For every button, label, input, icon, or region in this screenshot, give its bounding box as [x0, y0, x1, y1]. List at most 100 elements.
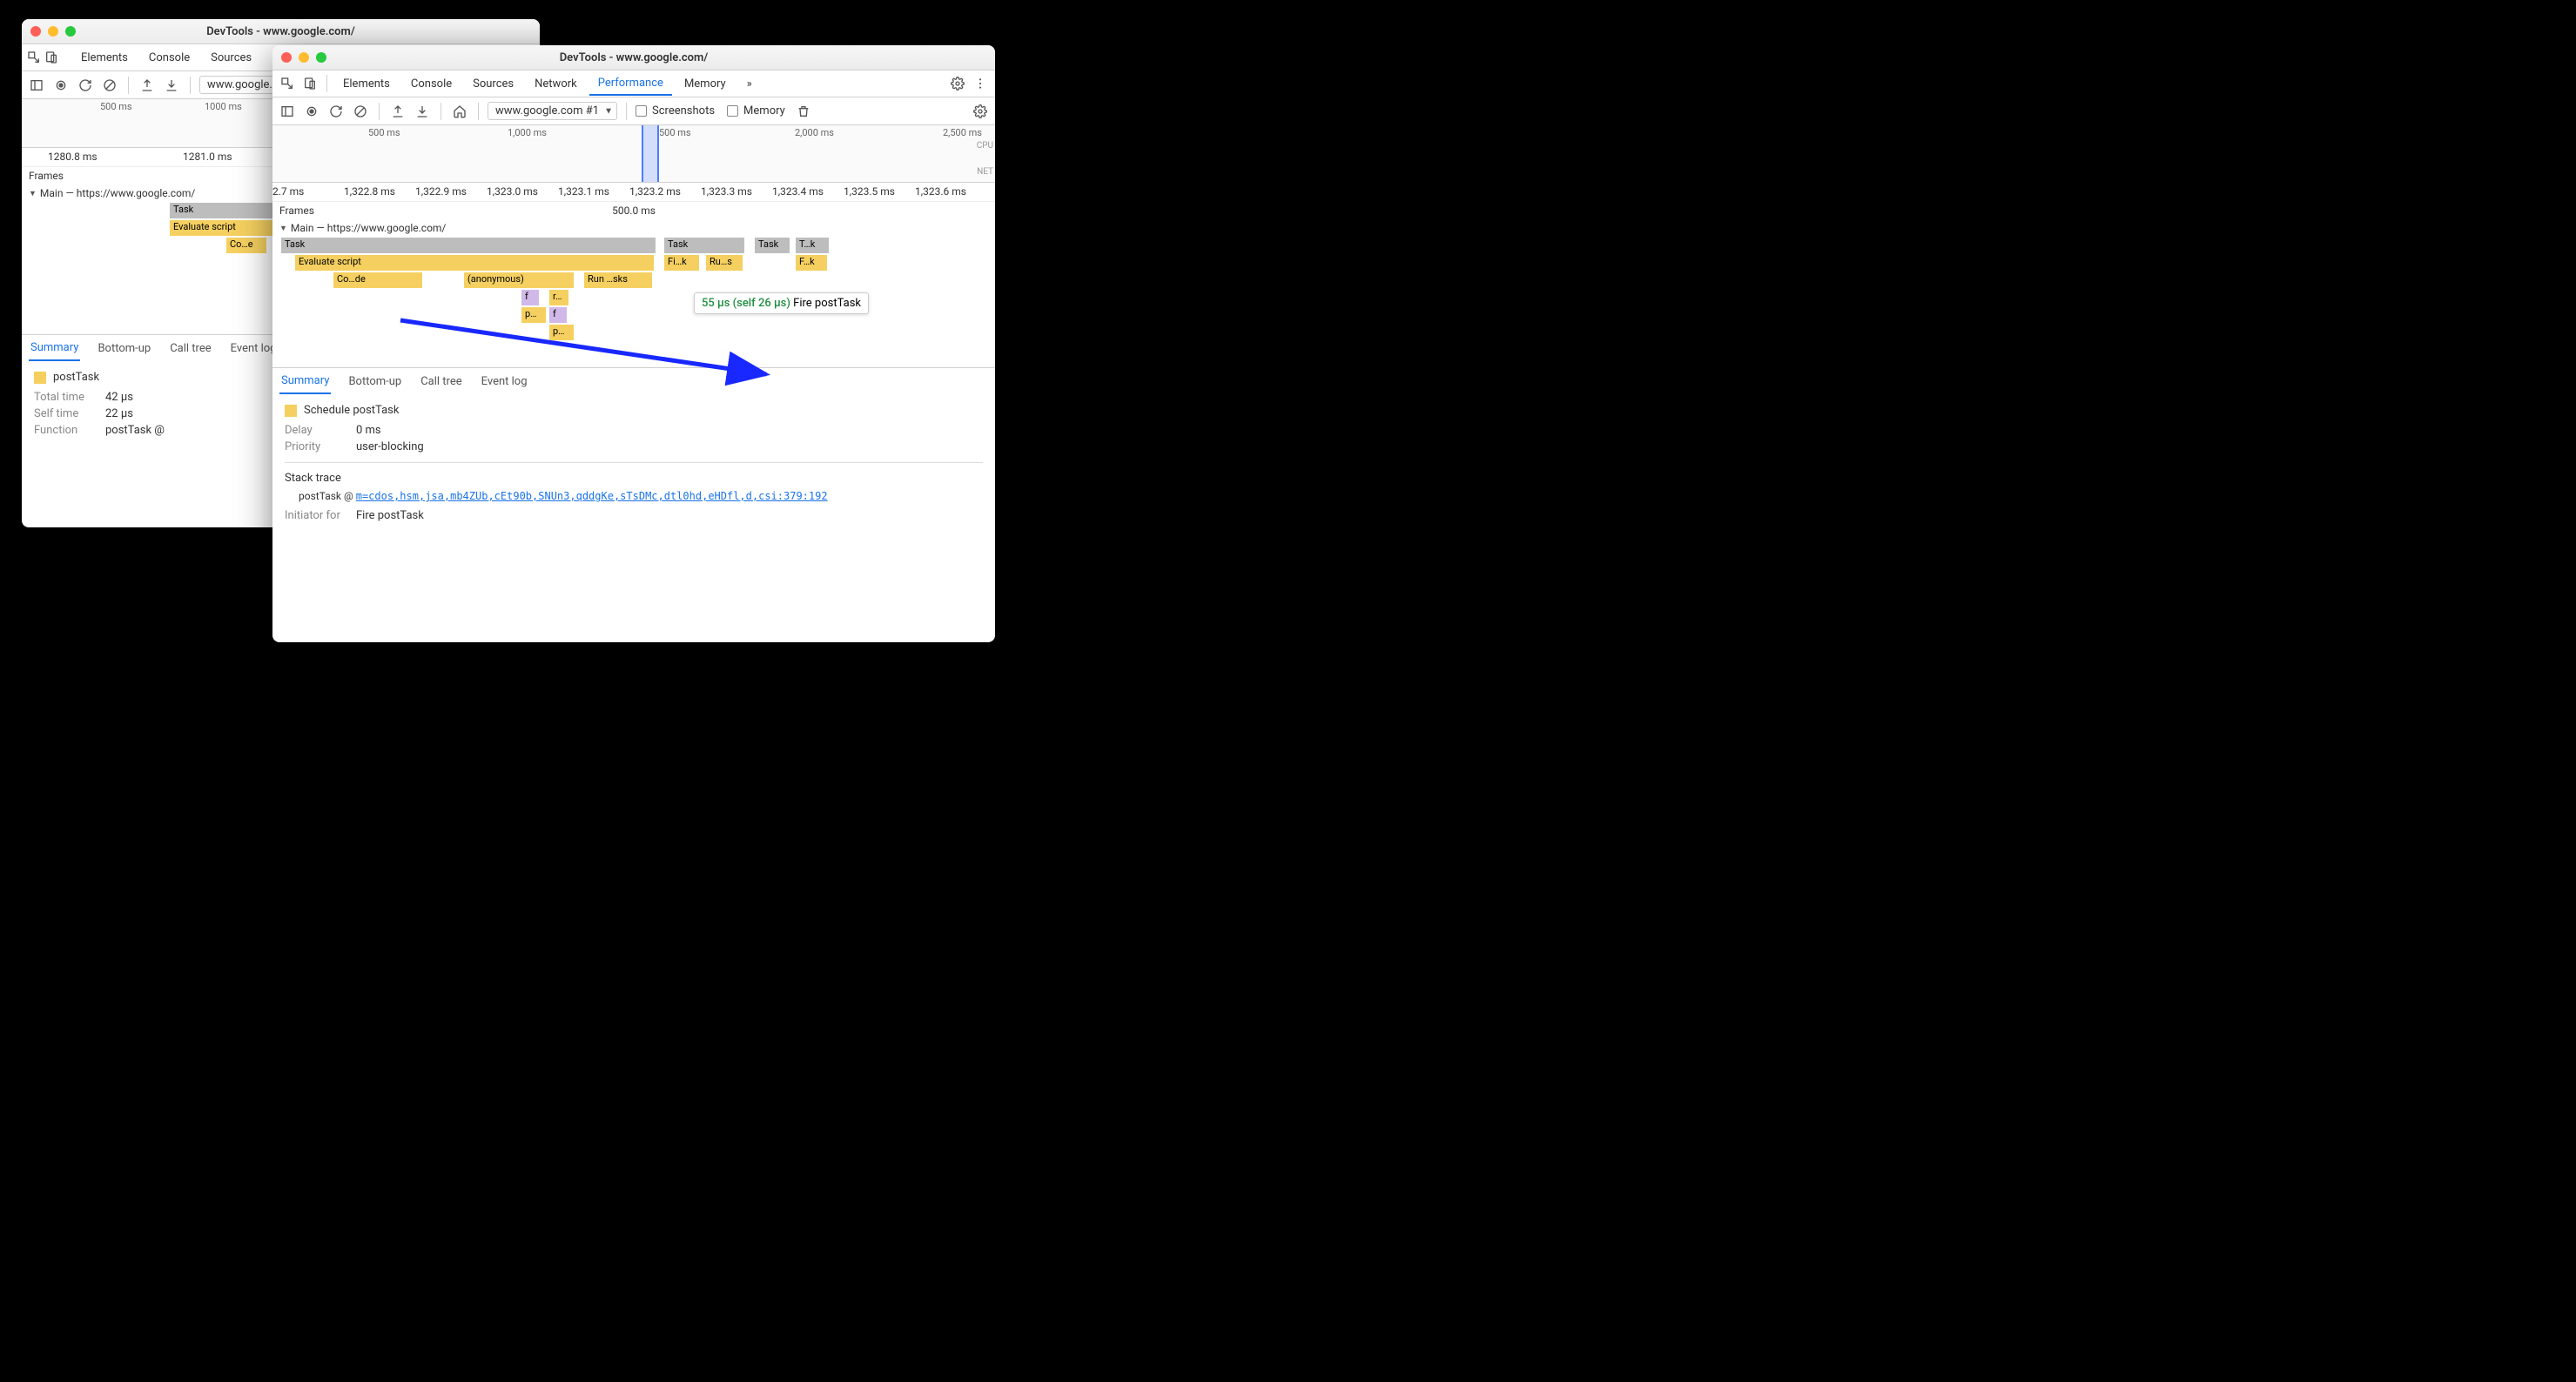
tab-event-log[interactable]: Event log — [229, 337, 279, 360]
tab-elements[interactable]: Elements — [72, 46, 137, 70]
minimize-icon[interactable] — [299, 52, 309, 63]
screenshots-checkbox[interactable] — [636, 105, 647, 117]
toggle-pane-icon[interactable] — [278, 102, 297, 121]
tab-console[interactable]: Console — [402, 72, 461, 96]
tabs-overflow-button[interactable]: » — [738, 72, 761, 96]
toggle-pane-icon[interactable] — [27, 76, 46, 95]
tab-bottom-up[interactable]: Bottom-up — [346, 370, 403, 393]
ruler-tick: 1,323.2 ms — [629, 185, 681, 198]
tab-sources[interactable]: Sources — [202, 46, 260, 70]
device-icon[interactable] — [300, 74, 319, 93]
ruler-tick: 1,323.3 ms — [701, 185, 752, 198]
tab-call-tree[interactable]: Call tree — [168, 337, 212, 360]
total-time-label: Total time — [34, 391, 95, 404]
ruler-tick: 1,322.8 ms — [344, 185, 395, 198]
flame-bar[interactable]: Ru…s — [706, 255, 743, 271]
flame-bar[interactable]: f — [521, 290, 539, 305]
record-icon[interactable] — [302, 102, 321, 121]
clear-icon[interactable] — [351, 102, 370, 121]
upload-icon[interactable] — [138, 76, 157, 95]
flame-bar[interactable]: r… — [549, 290, 568, 305]
detail-tabs: Summary Bottom-up Call tree Event log — [272, 367, 995, 395]
stack-trace-link[interactable]: m=cdos,hsm,jsa,mb4ZUb,cEt90b,SNUn3,qddgK… — [356, 490, 828, 502]
reload-icon[interactable] — [76, 76, 95, 95]
tab-event-log[interactable]: Event log — [480, 370, 529, 393]
flame-bar[interactable]: Co…de — [333, 272, 422, 288]
overview-timeline[interactable]: 500 ms 1,000 ms 500 ms 2,000 ms 2,500 ms… — [272, 125, 995, 183]
kebab-icon[interactable] — [971, 74, 990, 93]
tab-summary[interactable]: Summary — [279, 369, 331, 394]
minimize-icon[interactable] — [48, 26, 58, 37]
main-track[interactable]: ▼Main — https://www.google.com/ — [272, 219, 995, 237]
titlebar[interactable]: DevTools - www.google.com/ — [22, 19, 540, 44]
priority-value: user-blocking — [356, 440, 424, 453]
ruler-tick: 2.7 ms — [272, 185, 304, 198]
tab-memory[interactable]: Memory — [676, 72, 735, 96]
chevron-down-icon: ▼ — [604, 106, 613, 116]
close-icon[interactable] — [281, 52, 292, 63]
tab-call-tree[interactable]: Call tree — [419, 370, 463, 393]
frames-track[interactable]: Frames 500.0 ms — [272, 202, 995, 219]
titlebar[interactable]: DevTools - www.google.com/ — [272, 45, 995, 70]
tab-console[interactable]: Console — [140, 46, 198, 70]
overview-tick: 2,500 ms — [943, 127, 982, 138]
url-select[interactable]: www.google.com #1 ▼ — [488, 102, 617, 120]
tooltip-timing: 55 µs (self 26 µs) — [702, 297, 790, 310]
window-title: DevTools - www.google.com/ — [22, 25, 540, 38]
window-title: DevTools - www.google.com/ — [272, 51, 995, 64]
flame-bar[interactable]: F…k — [796, 255, 827, 271]
zoom-icon[interactable] — [65, 26, 76, 37]
tab-summary[interactable]: Summary — [29, 336, 80, 361]
tab-performance[interactable]: Performance — [589, 71, 672, 96]
flame-bar[interactable]: Co…e — [226, 238, 266, 253]
stack-trace-label: Stack trace — [285, 472, 983, 485]
tab-elements[interactable]: Elements — [334, 72, 399, 96]
overview-tick: 1000 ms — [205, 101, 242, 112]
flame-bar[interactable]: Task — [664, 238, 744, 253]
gear-icon[interactable] — [948, 74, 967, 93]
download-icon[interactable] — [162, 76, 181, 95]
ruler-tick: 1,323.0 ms — [487, 185, 538, 198]
flame-bar[interactable]: Task — [281, 238, 656, 253]
tooltip-name: Fire postTask — [793, 297, 861, 310]
clear-icon[interactable] — [100, 76, 119, 95]
category-swatch — [285, 405, 297, 417]
upload-icon[interactable] — [388, 102, 407, 121]
tab-network[interactable]: Network — [526, 72, 586, 96]
frames-time: 500.0 ms — [612, 205, 656, 217]
cpu-lane-label: CPU — [977, 141, 993, 151]
inspect-icon[interactable] — [27, 48, 41, 67]
zoom-icon[interactable] — [316, 52, 326, 63]
memory-checkbox[interactable] — [727, 105, 738, 117]
flame-bar[interactable]: Task — [755, 238, 790, 253]
record-icon[interactable] — [51, 76, 71, 95]
flame-bar[interactable]: Fi…k — [664, 255, 699, 271]
overview-handle[interactable] — [642, 125, 659, 182]
download-icon[interactable] — [413, 102, 432, 121]
traffic-lights — [30, 26, 76, 37]
time-ruler[interactable]: 2.7 ms1,322.8 ms1,322.9 ms1,323.0 ms1,32… — [272, 183, 995, 202]
close-icon[interactable] — [30, 26, 41, 37]
flame-bar[interactable]: Evaluate script — [295, 255, 654, 271]
self-time-value: 22 µs — [105, 407, 133, 420]
tab-bottom-up[interactable]: Bottom-up — [96, 337, 152, 360]
flame-bar[interactable]: f — [549, 307, 567, 323]
flame-bar[interactable]: Run …sks — [584, 272, 652, 288]
flame-bar[interactable]: (anonymous) — [464, 272, 574, 288]
home-icon[interactable] — [450, 102, 469, 121]
flame-bar[interactable]: p… — [521, 307, 546, 323]
reload-icon[interactable] — [326, 102, 346, 121]
tab-sources[interactable]: Sources — [464, 72, 522, 96]
flame-bar[interactable]: T…k — [796, 238, 829, 253]
flame-chart[interactable]: Task Task Task T…k Evaluate script Fi…k Ru…s F…… — [272, 237, 995, 367]
summary-title: Schedule postTask — [285, 404, 983, 417]
gear-icon[interactable] — [971, 102, 990, 121]
net-lane-label: NET — [977, 167, 993, 177]
device-icon[interactable] — [44, 48, 58, 67]
overview-tick: 1,000 ms — [508, 127, 547, 138]
inspect-icon[interactable] — [278, 74, 297, 93]
flame-bar[interactable]: p… — [549, 325, 574, 340]
delay-label: Delay — [285, 424, 346, 437]
self-time-label: Self time — [34, 407, 95, 420]
garbage-collect-icon[interactable] — [794, 102, 813, 121]
